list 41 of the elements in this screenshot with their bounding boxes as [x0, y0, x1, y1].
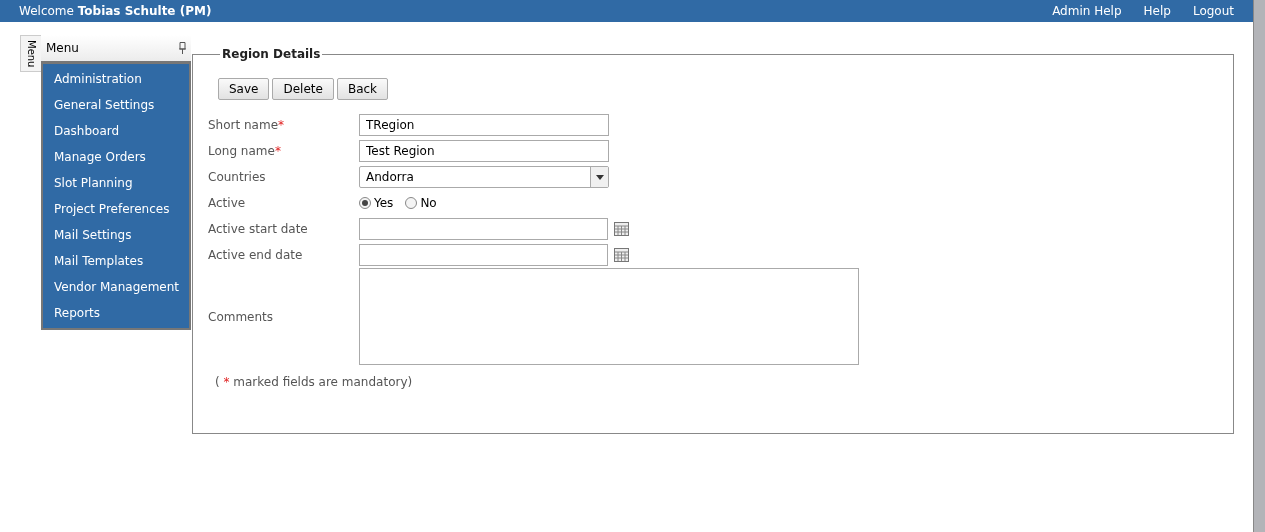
radio-label: No [420, 195, 437, 212]
menu-item[interactable]: Mail Templates [43, 248, 189, 274]
radio-button[interactable] [405, 197, 418, 209]
header-link[interactable]: Admin Help [1052, 2, 1122, 20]
header-link[interactable]: Logout [1192, 2, 1234, 20]
comments-field[interactable] [359, 268, 859, 365]
date-field[interactable] [359, 244, 608, 266]
form-button[interactable]: Save [218, 78, 270, 100]
header-link[interactable]: Help [1143, 2, 1171, 20]
country-dropdown[interactable]: Andorra [359, 166, 609, 188]
text-field[interactable]: TRegion [359, 114, 609, 136]
field-label: Comments [208, 308, 275, 326]
field-label: Active end date [208, 247, 304, 264]
scrollbar[interactable] [1253, 0, 1265, 532]
menu-item[interactable]: Administration [43, 66, 189, 92]
panel-legend: Region Details [220, 45, 323, 63]
field-label: Short name* [208, 117, 286, 134]
welcome-text: Welcome Tobias Schulte (PM) [19, 3, 212, 20]
form-button[interactable]: Delete [272, 78, 334, 100]
menu-side-tab[interactable]: Menu [20, 35, 41, 72]
pin-icon[interactable] [179, 42, 186, 54]
menu-item[interactable]: Slot Planning [43, 170, 189, 196]
field-label: Countries [208, 169, 267, 186]
radio-label: Yes [374, 195, 394, 212]
text-field[interactable]: Test Region [359, 140, 609, 162]
form-button[interactable]: Back [336, 78, 389, 100]
field-label: Active start date [208, 221, 309, 238]
menu-item[interactable]: Manage Orders [43, 144, 189, 170]
field-label: Long name* [208, 143, 282, 160]
menu-item[interactable]: Vendor Management [43, 274, 189, 300]
radio-button[interactable] [359, 197, 371, 209]
menu-item[interactable]: Dashboard [43, 118, 189, 144]
menu-item[interactable]: General Settings [43, 92, 189, 118]
mandatory-note: ( * marked fields are mandatory) [215, 374, 414, 391]
menu-item[interactable]: Project Preferences [43, 196, 189, 222]
menu-item[interactable]: Reports [43, 300, 189, 326]
calendar-icon[interactable] [614, 222, 629, 236]
field-label: Active [208, 195, 247, 212]
date-field[interactable] [359, 218, 608, 240]
menu-item[interactable]: Mail Settings [43, 222, 189, 248]
calendar-icon[interactable] [614, 248, 629, 262]
